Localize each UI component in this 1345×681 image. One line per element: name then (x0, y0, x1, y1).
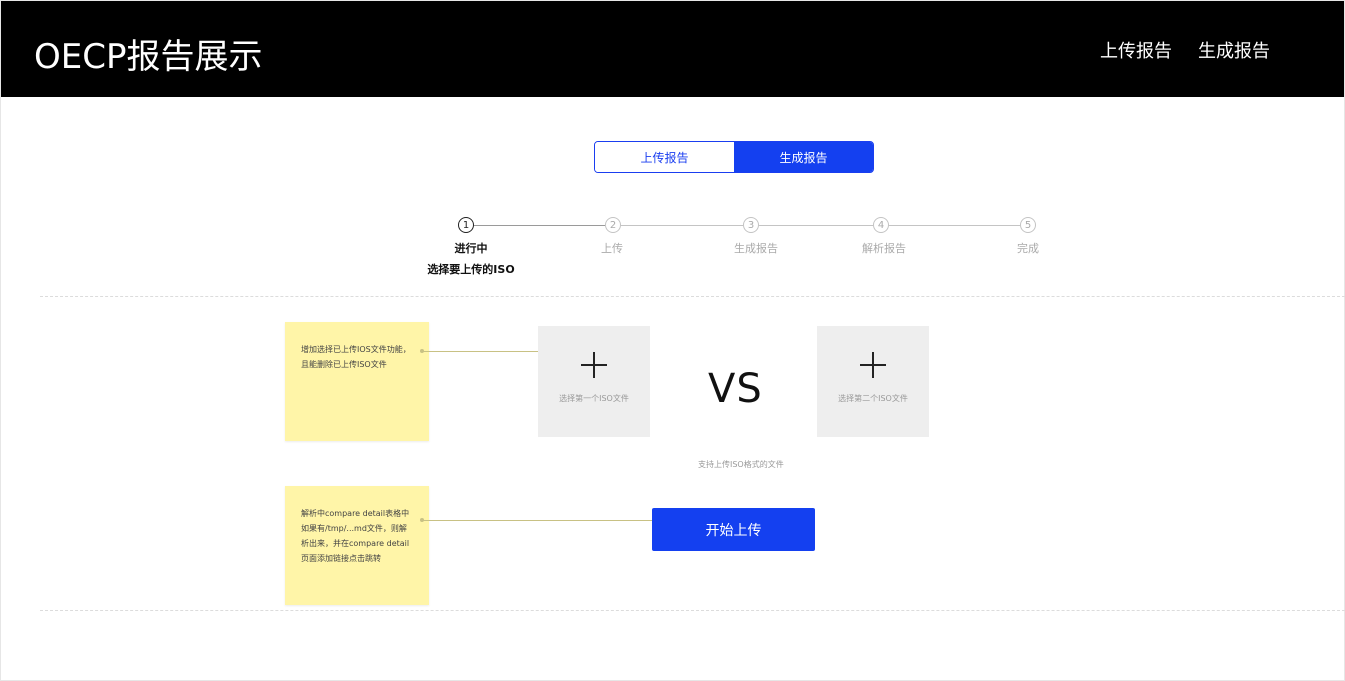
step-5-label: 完成 (1017, 242, 1039, 255)
first-iso-label: 选择第一个ISO文件 (559, 394, 629, 403)
annotation-note: 增加选择已上传IOS文件功能，且能删除已上传ISO文件 (285, 322, 429, 441)
select-first-iso-button[interactable]: 选择第一个ISO文件 (538, 326, 650, 437)
step-1-label: 进行中 (454, 242, 488, 255)
step-4-indicator: 4 (873, 217, 889, 233)
upload-format-hint: 支持上传ISO格式的文件 (698, 460, 784, 469)
vs-label: VS (708, 366, 763, 412)
step-3-label: 生成报告 (734, 242, 778, 255)
second-iso-label: 选择第二个ISO文件 (838, 394, 908, 403)
step-1-description: 选择要上传的ISO (427, 263, 515, 276)
step-1-indicator: 1 (458, 217, 474, 233)
start-upload-button[interactable]: 开始上传 (652, 508, 815, 551)
step-connector (621, 225, 743, 226)
annotation-note: 解析中compare detail表格中如果有/tmp/...md文件，则解析出… (285, 486, 429, 605)
section-divider (40, 610, 1345, 611)
connector-dot (420, 518, 424, 522)
step-5-indicator: 5 (1020, 217, 1036, 233)
step-2-label: 上传 (601, 242, 623, 255)
select-second-iso-button[interactable]: 选择第二个ISO文件 (817, 326, 929, 437)
step-connector (759, 225, 873, 226)
progress-steps: 1 2 3 4 5 进行中 选择要上传的ISO 上传 生成报告 解析报告 完成 (0, 0, 1345, 300)
step-connector (474, 225, 605, 226)
step-2-indicator: 2 (605, 217, 621, 233)
step-4-label: 解析报告 (862, 242, 906, 255)
plus-icon (581, 352, 607, 378)
plus-icon (860, 352, 886, 378)
connector-dot (420, 349, 424, 353)
step-3-indicator: 3 (743, 217, 759, 233)
step-connector (889, 225, 1020, 226)
section-divider (40, 296, 1345, 297)
